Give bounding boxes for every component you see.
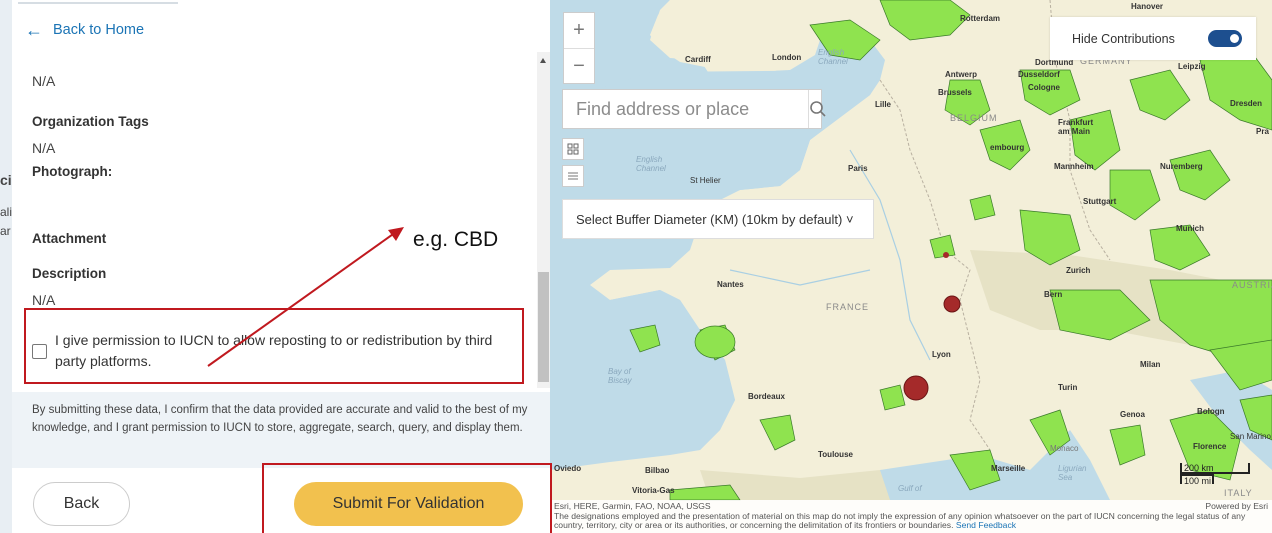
annotation-arrow — [207, 227, 404, 367]
annotation-note: e.g. CBD — [413, 228, 499, 251]
